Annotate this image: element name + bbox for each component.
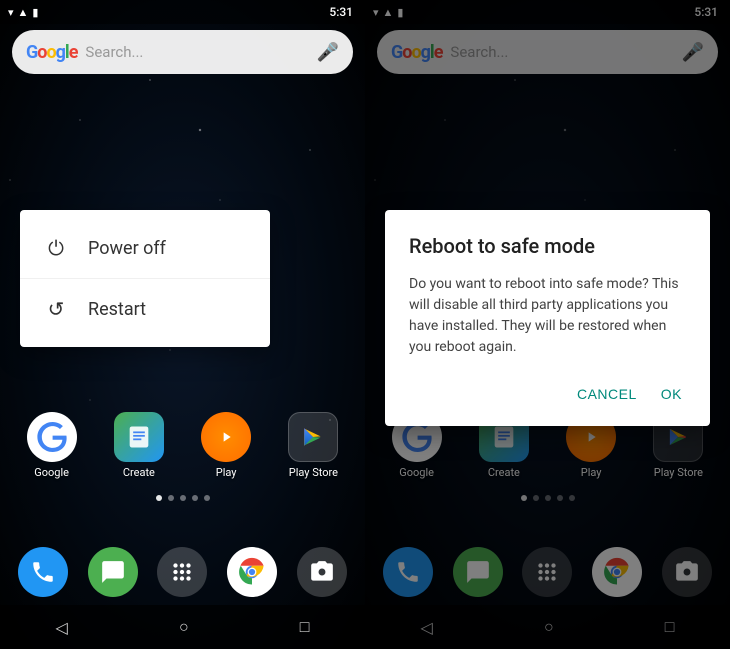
- restart-icon: ↺: [44, 297, 68, 321]
- power-off-icon: ⏻: [44, 236, 68, 260]
- back-button-left[interactable]: ◁: [56, 618, 68, 637]
- power-menu: ⏻ Power off ↺ Restart: [20, 210, 270, 347]
- wifi-icon: ▾: [8, 6, 14, 19]
- signal-icon: ▲: [18, 6, 29, 19]
- bottom-dock-left: [0, 539, 365, 605]
- dot-1: [156, 495, 162, 501]
- google-logo-left: Google: [26, 42, 77, 63]
- search-bar-left[interactable]: Google Search... 🎤: [12, 30, 353, 74]
- play-store-label-left: Play Store: [278, 466, 348, 479]
- play-app-left[interactable]: Play: [191, 412, 261, 479]
- search-placeholder-left: Search...: [85, 43, 316, 61]
- create-app-left[interactable]: Create: [104, 412, 174, 479]
- create-label-left: Create: [104, 466, 174, 479]
- home-button-left[interactable]: ○: [179, 617, 189, 637]
- google-app-left[interactable]: Google: [17, 412, 87, 479]
- right-screen: ▾ ▲ ▮ 5:31 Google Search... 🎤 Google Cre…: [365, 0, 730, 649]
- dialog-title: Reboot to safe mode: [409, 234, 686, 258]
- nav-bar-left: ◁ ○ □: [0, 605, 365, 649]
- battery-icon: ▮: [32, 6, 38, 19]
- dialog-message: Do you want to reboot into safe mode? Th…: [409, 274, 686, 358]
- dot-4: [192, 495, 198, 501]
- page-dots-left: [0, 495, 365, 501]
- cancel-button[interactable]: CANCEL: [573, 378, 641, 410]
- play-store-app-left[interactable]: Play Store: [278, 412, 348, 479]
- mic-icon-left[interactable]: 🎤: [317, 42, 339, 63]
- restart-label: Restart: [88, 299, 146, 320]
- phone-dock-icon[interactable]: [18, 547, 68, 597]
- play-label-left: Play: [191, 466, 261, 479]
- google-label-left: Google: [17, 466, 87, 479]
- power-off-label: Power off: [88, 238, 166, 259]
- left-screen: ▾ ▲ ▮ 5:31 Google Search... 🎤 Google Cre…: [0, 0, 365, 649]
- camera-dock-icon[interactable]: [297, 547, 347, 597]
- dialog-buttons: CANCEL OK: [409, 378, 686, 410]
- status-time-left: 5:31: [329, 5, 353, 19]
- status-bar-left: ▾ ▲ ▮ 5:31: [0, 0, 365, 24]
- chrome-dock-icon[interactable]: [227, 547, 277, 597]
- dot-2: [168, 495, 174, 501]
- ok-button[interactable]: OK: [657, 378, 686, 410]
- power-off-item[interactable]: ⏻ Power off: [20, 218, 270, 279]
- dot-3: [180, 495, 186, 501]
- reboot-dialog: Reboot to safe mode Do you want to reboo…: [385, 210, 710, 426]
- messages-dock-icon[interactable]: [88, 547, 138, 597]
- app-icons-row-left: Google Create Play Play Store: [0, 412, 365, 479]
- restart-item[interactable]: ↺ Restart: [20, 279, 270, 339]
- recents-button-left[interactable]: □: [300, 617, 310, 637]
- apps-dock-icon[interactable]: [157, 547, 207, 597]
- dot-5: [204, 495, 210, 501]
